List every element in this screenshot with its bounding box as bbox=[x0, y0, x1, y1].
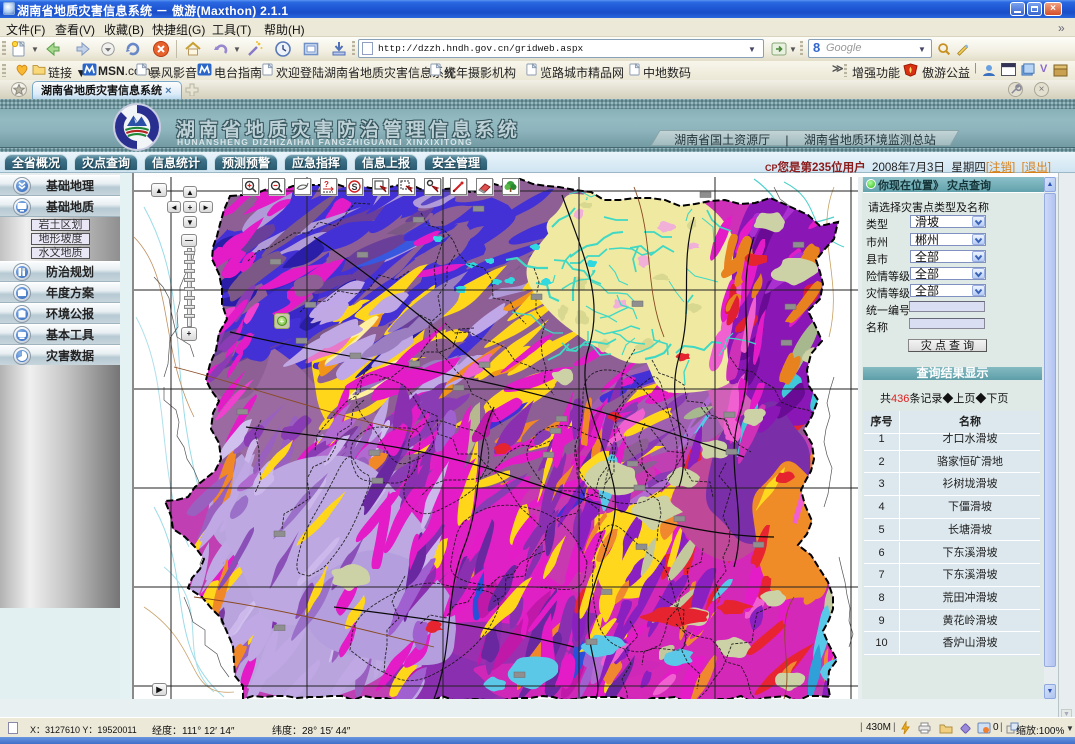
svg-text:S: S bbox=[352, 182, 358, 192]
svg-text:?: ? bbox=[324, 180, 329, 189]
